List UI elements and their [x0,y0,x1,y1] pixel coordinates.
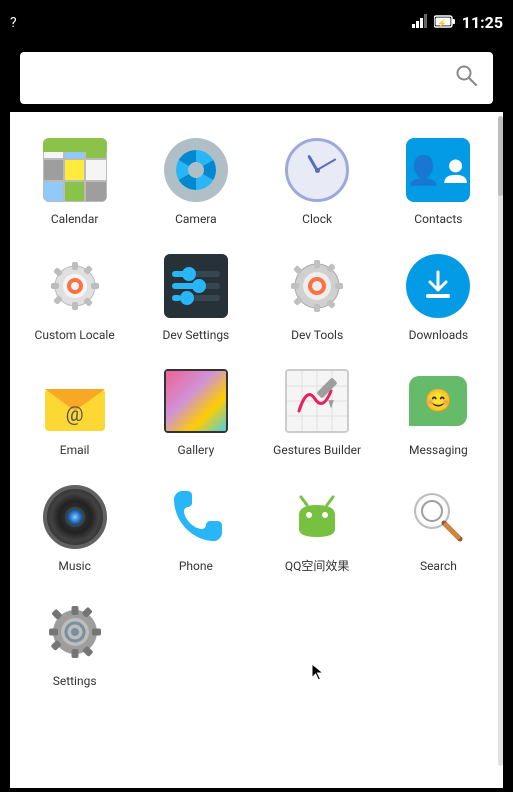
signal-icon [412,13,428,32]
search-bar[interactable] [20,52,493,104]
scrollbar-thumb[interactable] [498,116,503,196]
app-item-email[interactable]: @ Email [14,353,135,469]
status-time: 11:25 [462,13,503,32]
app-label-search: Search [420,559,457,575]
app-item-downloads[interactable]: Downloads [378,238,499,354]
camera-icon [162,136,230,204]
app-label-gestures-builder: Gestures Builder [273,443,361,459]
app-item-gallery[interactable]: Gallery [135,353,256,469]
settings-icon [41,598,109,666]
app-item-search[interactable]: Search [378,469,499,585]
music-icon [41,483,109,551]
app-label-dev-settings: Dev Settings [162,328,229,344]
status-right: ⚡ 11:25 [412,13,503,32]
app-item-camera[interactable]: Camera [135,122,256,238]
gallery-icon [162,367,230,435]
messaging-icon: 😊 [404,367,472,435]
svg-text:⚡: ⚡ [437,18,447,28]
app-label-qq: QQ空间效果 [285,559,350,575]
app-grid: Calendar Camera Clock [10,122,503,700]
app-label-email: Email [60,443,90,459]
app-label-clock: Clock [302,212,332,228]
app-item-contacts[interactable]: Contacts [378,122,499,238]
contacts-icon [404,136,472,204]
phone-icon [162,483,230,551]
battery-icon: ⚡ [434,13,456,32]
app-label-music: Music [58,559,90,575]
custom-locale-icon [41,252,109,320]
app-item-clock[interactable]: Clock [257,122,378,238]
app-label-custom-locale: Custom Locale [35,328,115,344]
app-item-dev-tools[interactable]: Dev Tools [257,238,378,354]
email-icon: @ [41,367,109,435]
app-item-dev-settings[interactable]: Dev Settings [135,238,256,354]
dev-settings-icon [162,252,230,320]
clock-icon [283,136,351,204]
search-app-icon [404,483,472,551]
app-item-settings[interactable]: Settings [14,584,135,700]
qq-icon [283,483,351,551]
app-label-gallery: Gallery [178,443,215,459]
gestures-builder-icon [283,367,351,435]
scrollbar-track[interactable] [498,116,503,766]
dev-tools-icon [283,252,351,320]
status-bar: ? ⚡ 11:25 [0,0,513,44]
app-item-phone[interactable]: Phone [135,469,256,585]
app-item-gestures-builder[interactable]: Gestures Builder [257,353,378,469]
app-label-dev-tools: Dev Tools [291,328,343,344]
app-item-custom-locale[interactable]: Custom Locale [14,238,135,354]
status-left: ? [10,13,30,31]
app-label-downloads: Downloads [409,328,469,344]
app-label-contacts: Contacts [414,212,462,228]
svg-text:?: ? [10,15,17,27]
app-label-phone: Phone [179,559,213,575]
app-label-calendar: Calendar [51,212,99,228]
search-icon [455,64,477,92]
app-label-messaging: Messaging [409,443,468,459]
app-item-messaging[interactable]: 😊 Messaging [378,353,499,469]
app-item-calendar[interactable]: Calendar [14,122,135,238]
app-item-qq[interactable]: QQ空间效果 [257,469,378,585]
app-grid-container: Calendar Camera Clock [10,112,503,788]
app-label-settings: Settings [53,674,97,690]
app-label-camera: Camera [175,212,217,228]
wifi-icon: ? [10,13,30,31]
app-item-music[interactable]: Music [14,469,135,585]
downloads-icon [404,252,472,320]
calendar-icon [41,136,109,204]
